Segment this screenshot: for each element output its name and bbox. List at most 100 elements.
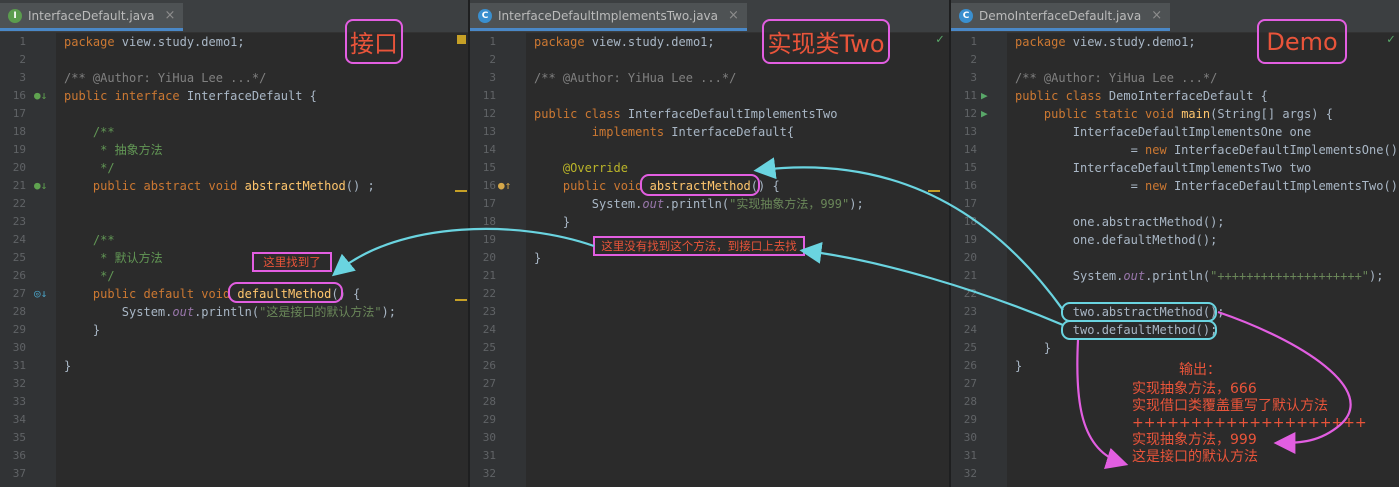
code-line[interactable]: 13 implements InterfaceDefault{ [470,123,949,141]
code-line[interactable]: 17 [0,105,468,123]
line-number: 21 [482,269,496,282]
line-number: 3 [489,71,496,84]
code-line[interactable]: 32 [470,465,949,483]
close-icon[interactable]: × [165,8,176,23]
code-line[interactable]: 16 public interface InterfaceDefault { [0,87,468,105]
code-line[interactable]: 23 [0,213,468,231]
code-line[interactable]: 26 */ [0,267,468,285]
code-line[interactable]: 36 [0,447,468,465]
code-line[interactable]: 24 two.defaultMethod(); [951,321,1399,339]
code-line[interactable]: 33 [0,393,468,411]
warning-marker-icon[interactable] [457,35,466,44]
code-line[interactable]: 14 = new InterfaceDefaultImplementsOne()… [951,141,1399,159]
code-line[interactable]: 13 InterfaceDefaultImplementsOne one [951,123,1399,141]
code-line[interactable]: 20 */ [0,159,468,177]
implemented-method-icon[interactable]: ●↓ [34,177,47,195]
line-number: 30 [12,341,26,354]
code-line[interactable]: 11 [470,87,949,105]
code-line[interactable]: 27 public default void defaultMethod() { [0,285,468,303]
code-line[interactable]: 26} [951,357,1399,375]
editor-tab-interface-default[interactable]: I InterfaceDefault.java × [0,3,184,31]
code-line[interactable]: 32 [951,465,1399,483]
check-ok-icon[interactable]: ✓ [936,32,944,47]
code-line[interactable]: 22 [0,195,468,213]
code-line[interactable]: 23 two.abstractMethod(); [951,303,1399,321]
code-line[interactable]: 32 [0,375,468,393]
code-line[interactable]: 30 [470,429,949,447]
code-line[interactable]: 34 [0,411,468,429]
code-line[interactable]: 18 /** [0,123,468,141]
output-line: ++++++++++++++++++++ [1132,415,1367,431]
line-number: 24 [12,233,26,246]
code-text: public default void defaultMethod() { [92,287,361,301]
runnable-class-file-icon: C [959,8,973,23]
run-class-icon[interactable]: ▶ [981,87,988,105]
code-line[interactable]: 29 [470,411,949,429]
code-line[interactable]: 30 [0,339,468,357]
code-line[interactable]: 23 [470,303,949,321]
code-line[interactable]: 22 [470,285,949,303]
code-line[interactable]: 21 System.out.println("+++++++++++++++++… [951,267,1399,285]
code-line[interactable]: 17 [951,195,1399,213]
error-stripe-mark[interactable] [455,190,467,192]
error-stripe-mark[interactable] [455,299,467,301]
code-line[interactable]: 31} [0,357,468,375]
code-line[interactable]: 19 one.defaultMethod(); [951,231,1399,249]
code-line[interactable]: 18 one.abstractMethod(); [951,213,1399,231]
code-text: } [534,215,571,229]
code-line[interactable]: 24 /** [0,231,468,249]
code-line[interactable]: 37 [0,465,468,483]
code-line[interactable]: 16 = new InterfaceDefaultImplementsTwo()… [951,177,1399,195]
code-line[interactable]: 27 [470,375,949,393]
line-number: 3 [19,71,26,84]
code-text: public class InterfaceDefaultImplementsT… [534,107,838,121]
code-line[interactable]: 26 [470,357,949,375]
code-line[interactable]: 21 [470,267,949,285]
code-line[interactable]: 25 [470,339,949,357]
line-number: 2 [19,53,26,66]
code-line[interactable]: 22 [951,285,1399,303]
override-method-icon[interactable]: ●↑ [498,177,511,195]
code-line[interactable]: 25 * 默认方法 [0,249,468,267]
code-line[interactable]: 14 [470,141,949,159]
editor-tab-demo[interactable]: C DemoInterfaceDefault.java × [951,3,1171,31]
code-line[interactable]: 12 public class InterfaceDefaultImplement… [470,105,949,123]
line-number: 1 [19,35,26,48]
run-main-icon[interactable]: ▶ [981,105,988,123]
implemented-method-icon[interactable]: ●↓ [34,87,47,105]
code-line[interactable]: 35 [0,429,468,447]
code-line[interactable]: 31 [470,447,949,465]
close-icon[interactable]: × [1151,8,1162,23]
code-line[interactable]: 24 [470,321,949,339]
code-line[interactable]: 28 [470,393,949,411]
editor-pane-interface-default: I InterfaceDefault.java × 1 package view.… [0,0,468,487]
code-line[interactable]: 18 } [470,213,949,231]
code-line[interactable]: 19 * 抽象方法 [0,141,468,159]
code-line[interactable]: 3 /** @Author: YiHua Lee ...*/ [0,69,468,87]
code-editor[interactable]: 1 package view.study.demo1; 2 3/** @Author:… [470,32,949,487]
code-text: package view.study.demo1; [1015,35,1196,49]
code-line[interactable]: 20 [951,249,1399,267]
code-line[interactable]: 12 public static void main(String[] args… [951,105,1399,123]
code-line[interactable]: 25 } [951,339,1399,357]
code-line[interactable]: 15 InterfaceDefaultImplementsTwo two [951,159,1399,177]
error-stripe-mark[interactable] [928,190,940,192]
line-number: 20 [482,251,496,264]
code-line[interactable]: 28 System.out.println("这是接口的默认方法"); [0,303,468,321]
code-text: } [1015,359,1023,373]
line-number: 18 [482,215,496,228]
code-line[interactable]: 16 public void abstractMethod() { [470,177,949,195]
line-number: 25 [482,341,496,354]
code-line[interactable]: 17 System.out.println("实现抽象方法，999"); [470,195,949,213]
code-line[interactable]: 29 } [0,321,468,339]
code-editor[interactable]: 1 package view.study.demo1; 2 3/** @Author:… [0,32,468,487]
code-line[interactable]: 15 @Override [470,159,949,177]
code-line[interactable]: 3 /** @Author: YiHua Lee ...*/ [951,69,1399,87]
editor-tab-implements-two[interactable]: C InterfaceDefaultImplementsTwo.java × [470,3,747,31]
check-ok-icon[interactable]: ✓ [1387,32,1395,47]
code-line[interactable]: 21 public abstract void abstractMethod()… [0,177,468,195]
close-icon[interactable]: × [728,8,739,23]
code-line[interactable]: 11 public class DemoInterfaceDefault { [951,87,1399,105]
overridden-method-icon[interactable]: ◎↓ [34,285,47,303]
code-line[interactable]: 3 /** @Author: YiHua Lee ...*/ [470,69,949,87]
